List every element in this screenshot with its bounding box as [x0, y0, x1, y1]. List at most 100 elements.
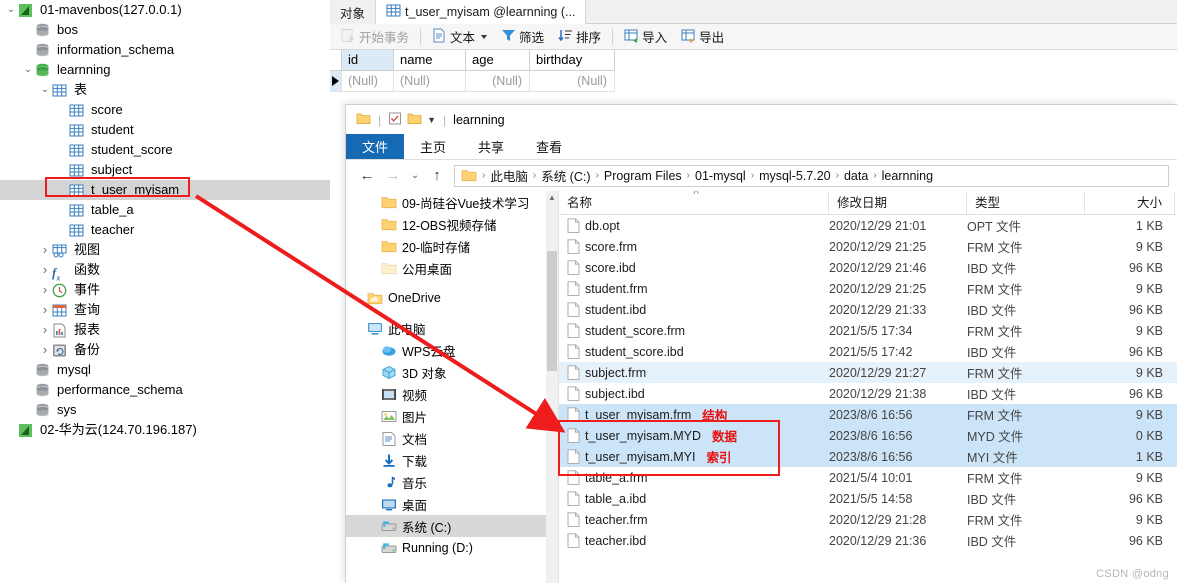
chevron-down-icon[interactable]: ⌄: [4, 0, 18, 20]
nav-pane-item-5[interactable]: OneDrive: [346, 287, 558, 309]
breadcrumb-segment-5[interactable]: data: [844, 169, 868, 183]
file-explorer-window[interactable]: | ▼ | learnning 文件 主页 共享 查看 ← → ⌄ ↑ › 此电脑 › 系统…: [345, 104, 1177, 583]
file-name-cell[interactable]: table_a.ibd: [559, 491, 829, 506]
chevron-right-icon[interactable]: ›: [38, 300, 52, 320]
grid-column-header[interactable]: birthday: [530, 50, 615, 71]
grid-cell[interactable]: (Null): [342, 71, 394, 92]
breadcrumb-segment-4[interactable]: mysql-5.7.20: [759, 169, 831, 183]
file-row[interactable]: score.frm 2020/12/29 21:25 FRM 文件 9 KB: [559, 236, 1177, 257]
file-name-cell[interactable]: student.ibd: [559, 302, 829, 317]
toolbar-button-6[interactable]: 导入: [617, 25, 674, 49]
file-row[interactable]: student.ibd 2020/12/29 21:33 IBD 文件 96 KB: [559, 299, 1177, 320]
grid-cell[interactable]: (Null): [466, 71, 530, 92]
tree-item-[interactable]: › 报表: [0, 320, 330, 340]
breadcrumb-segment-2[interactable]: Program Files: [604, 169, 682, 183]
folder-icon[interactable]: [356, 112, 371, 128]
nav-pane-item-15[interactable]: 桌面: [346, 493, 558, 515]
tree-item-bos[interactable]: bos: [0, 20, 330, 40]
file-name-cell[interactable]: score.ibd: [559, 260, 829, 275]
file-list-pane[interactable]: 名称修改日期类型大小 db.opt 2020/12/29 21:01 OPT 文件 1…: [559, 191, 1177, 583]
toolbar-button-3[interactable]: 筛选: [494, 25, 551, 49]
file-list-rows[interactable]: db.opt 2020/12/29 21:01 OPT 文件 1 KB score.fr…: [559, 215, 1177, 551]
grid-column-header[interactable]: name: [394, 50, 466, 71]
file-name-cell[interactable]: subject.ibd: [559, 386, 829, 401]
chevron-right-icon[interactable]: ›: [38, 260, 52, 280]
file-name-cell[interactable]: student.frm: [559, 281, 829, 296]
tree-item-table_a[interactable]: table_a: [0, 200, 330, 220]
row-selector[interactable]: [330, 71, 342, 92]
file-name-cell[interactable]: student_score.frm: [559, 323, 829, 338]
file-row[interactable]: subject.frm 2020/12/29 21:27 FRM 文件 9 KB: [559, 362, 1177, 383]
file-row[interactable]: db.opt 2020/12/29 21:01 OPT 文件 1 KB: [559, 215, 1177, 236]
chevron-right-icon[interactable]: ›: [38, 240, 52, 260]
tree-item-t_user_myisam[interactable]: t_user_myisam: [0, 180, 330, 200]
file-row[interactable]: t_user_myisam.frm 结构 2023/8/6 16:56 FRM 文件 9…: [559, 404, 1177, 425]
nav-pane-item-3[interactable]: 公用桌面: [346, 257, 558, 279]
tree-item-information_schema[interactable]: information_schema: [0, 40, 330, 60]
nav-pane-item-9[interactable]: 3D 对象: [346, 361, 558, 383]
ribbon-tab-查看[interactable]: 查看: [520, 134, 578, 159]
explorer-address-bar[interactable]: ← → ⌄ ↑ › 此电脑 › 系统 (C:) › Program Files › 01-my…: [346, 160, 1177, 191]
file-name-cell[interactable]: db.opt: [559, 218, 829, 233]
file-name-cell[interactable]: student_score.ibd: [559, 344, 829, 359]
file-name-cell[interactable]: t_user_myisam.MYD 数据: [559, 426, 829, 445]
new-folder-icon[interactable]: [407, 112, 422, 128]
nav-pane-item-13[interactable]: 下载: [346, 449, 558, 471]
file-row[interactable]: teacher.ibd 2020/12/29 21:36 IBD 文件 96 KB: [559, 530, 1177, 551]
toolbar-button-2[interactable]: 文本: [425, 25, 494, 49]
navicat-object-tree[interactable]: ⌄ 01-mavenbos(127.0.0.1) bos information_sc…: [0, 0, 330, 583]
file-column-header-3[interactable]: 大小: [1085, 192, 1175, 214]
grid-cell[interactable]: (Null): [394, 71, 466, 92]
properties-icon[interactable]: [388, 112, 402, 128]
navicat-tab-1[interactable]: t_user_myisam @learnning (...: [376, 0, 587, 24]
breadcrumb-folder-icon[interactable]: [461, 168, 477, 183]
forward-arrow-icon[interactable]: →: [380, 164, 406, 188]
file-row[interactable]: teacher.frm 2020/12/29 21:28 FRM 文件 9 KB: [559, 509, 1177, 530]
tree-item-[interactable]: › 备份: [0, 340, 330, 360]
toolbar-button-7[interactable]: 导出: [674, 25, 731, 49]
tree-item-learnning[interactable]: ⌄ learnning: [0, 60, 330, 80]
grid-cell[interactable]: (Null): [530, 71, 615, 92]
toolbar-button-0[interactable]: 开始事务: [334, 25, 416, 49]
tree-item-student[interactable]: student: [0, 120, 330, 140]
breadcrumb-segment-3[interactable]: 01-mysql: [695, 169, 746, 183]
navigation-pane-scrollbar[interactable]: ▲: [546, 191, 558, 583]
navicat-tab-bar[interactable]: 对象 t_user_myisam @learnning (...: [330, 0, 1177, 24]
tree-item-subject[interactable]: subject: [0, 160, 330, 180]
file-name-cell[interactable]: t_user_myisam.MYI 索引: [559, 447, 829, 466]
tree-item-score[interactable]: score: [0, 100, 330, 120]
grid-column-header[interactable]: age: [466, 50, 530, 71]
navigation-pane-list[interactable]: 09-尚硅谷Vue技术学习 12-OBS视频存储 20-临时存储 公用桌面 OneDri…: [346, 191, 558, 559]
nav-pane-item-16[interactable]: 系统 (C:): [346, 515, 558, 537]
nav-pane-item-10[interactable]: 视频: [346, 383, 558, 405]
file-row[interactable]: student_score.ibd 2021/5/5 17:42 IBD 文件 96 …: [559, 341, 1177, 362]
file-name-cell[interactable]: t_user_myisam.frm 结构: [559, 405, 829, 424]
file-row[interactable]: student_score.frm 2021/5/5 17:34 FRM 文件 9 K…: [559, 320, 1177, 341]
chevron-right-icon[interactable]: ›: [38, 340, 52, 360]
file-name-cell[interactable]: subject.frm: [559, 365, 829, 380]
file-row[interactable]: table_a.ibd 2021/5/5 14:58 IBD 文件 96 KB: [559, 488, 1177, 509]
tree-item-teacher[interactable]: teacher: [0, 220, 330, 240]
breadcrumb-segment-6[interactable]: learnning: [882, 169, 933, 183]
nav-pane-item-12[interactable]: 文档: [346, 427, 558, 449]
ribbon-tab-共享[interactable]: 共享: [462, 134, 520, 159]
file-row[interactable]: t_user_myisam.MYD 数据 2023/8/6 16:56 MYD 文件 0…: [559, 425, 1177, 446]
nav-pane-item-17[interactable]: Running (D:): [346, 537, 558, 559]
nav-pane-item-1[interactable]: 12-OBS视频存储: [346, 213, 558, 235]
file-name-cell[interactable]: teacher.frm: [559, 512, 829, 527]
file-row[interactable]: table_a.frm 2021/5/4 10:01 FRM 文件 9 KB: [559, 467, 1177, 488]
ribbon-tab-主页[interactable]: 主页: [404, 134, 462, 159]
chevron-right-icon[interactable]: ›: [38, 320, 52, 340]
nav-pane-item-0[interactable]: 09-尚硅谷Vue技术学习: [346, 191, 558, 213]
file-name-cell[interactable]: table_a.frm: [559, 470, 829, 485]
tree-item-[interactable]: › 视图: [0, 240, 330, 260]
file-row[interactable]: student.frm 2020/12/29 21:25 FRM 文件 9 KB: [559, 278, 1177, 299]
up-arrow-icon[interactable]: ↑: [424, 164, 450, 188]
nav-pane-item-7[interactable]: 此电脑: [346, 317, 558, 339]
file-row[interactable]: subject.ibd 2020/12/29 21:38 IBD 文件 96 KB: [559, 383, 1177, 404]
explorer-navigation-pane[interactable]: 09-尚硅谷Vue技术学习 12-OBS视频存储 20-临时存储 公用桌面 OneDri…: [346, 191, 559, 583]
ribbon-tab-文件[interactable]: 文件: [346, 134, 405, 159]
navicat-data-grid[interactable]: id name age birthday (Null) (Null) (Null) (Null…: [330, 50, 1177, 100]
tree-item-[interactable]: › 事件: [0, 280, 330, 300]
file-row[interactable]: t_user_myisam.MYI 索引 2023/8/6 16:56 MYI 文件 1…: [559, 446, 1177, 467]
